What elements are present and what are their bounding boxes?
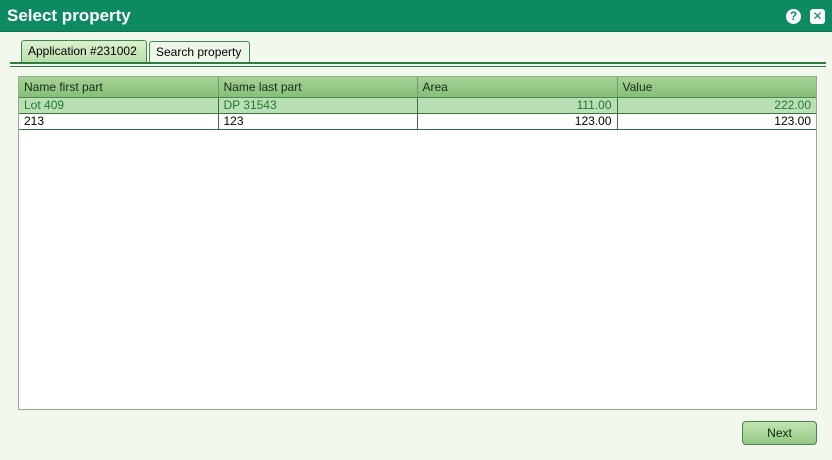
cell-name-last-part: DP 31543 <box>218 97 418 114</box>
tab-divider <box>10 62 826 64</box>
table-row[interactable]: 213 123 123.00 123.00 <box>19 113 816 130</box>
column-header-area[interactable]: Area <box>417 77 618 98</box>
property-grid: Name first part Name last part Area Valu… <box>18 76 817 410</box>
title-bar: Select property ? ✕ <box>0 0 832 32</box>
tab-search-property[interactable]: Search property <box>149 41 250 62</box>
cell-value: 222.00 <box>617 97 816 114</box>
cell-name-first-part: Lot 409 <box>19 97 219 114</box>
column-header-name-first-part[interactable]: Name first part <box>19 77 219 98</box>
cell-name-first-part: 213 <box>19 113 219 130</box>
property-table: Name first part Name last part Area Valu… <box>19 77 816 130</box>
help-icon[interactable]: ? <box>786 9 801 24</box>
window-title: Select property <box>7 6 131 25</box>
tab-application[interactable]: Application #231002 <box>21 40 147 62</box>
close-icon[interactable]: ✕ <box>810 9 825 24</box>
table-row[interactable]: Lot 409 DP 31543 111.00 222.00 <box>19 97 816 114</box>
cell-area: 123.00 <box>417 113 618 130</box>
cell-value: 123.00 <box>617 113 816 130</box>
cell-name-last-part: 123 <box>218 113 418 130</box>
cell-area: 111.00 <box>417 97 618 114</box>
column-header-value[interactable]: Value <box>617 77 816 98</box>
column-header-name-last-part[interactable]: Name last part <box>218 77 418 98</box>
table-header-row: Name first part Name last part Area Valu… <box>19 77 816 98</box>
tab-divider-secondary <box>10 66 826 67</box>
next-button[interactable]: Next <box>742 421 817 445</box>
